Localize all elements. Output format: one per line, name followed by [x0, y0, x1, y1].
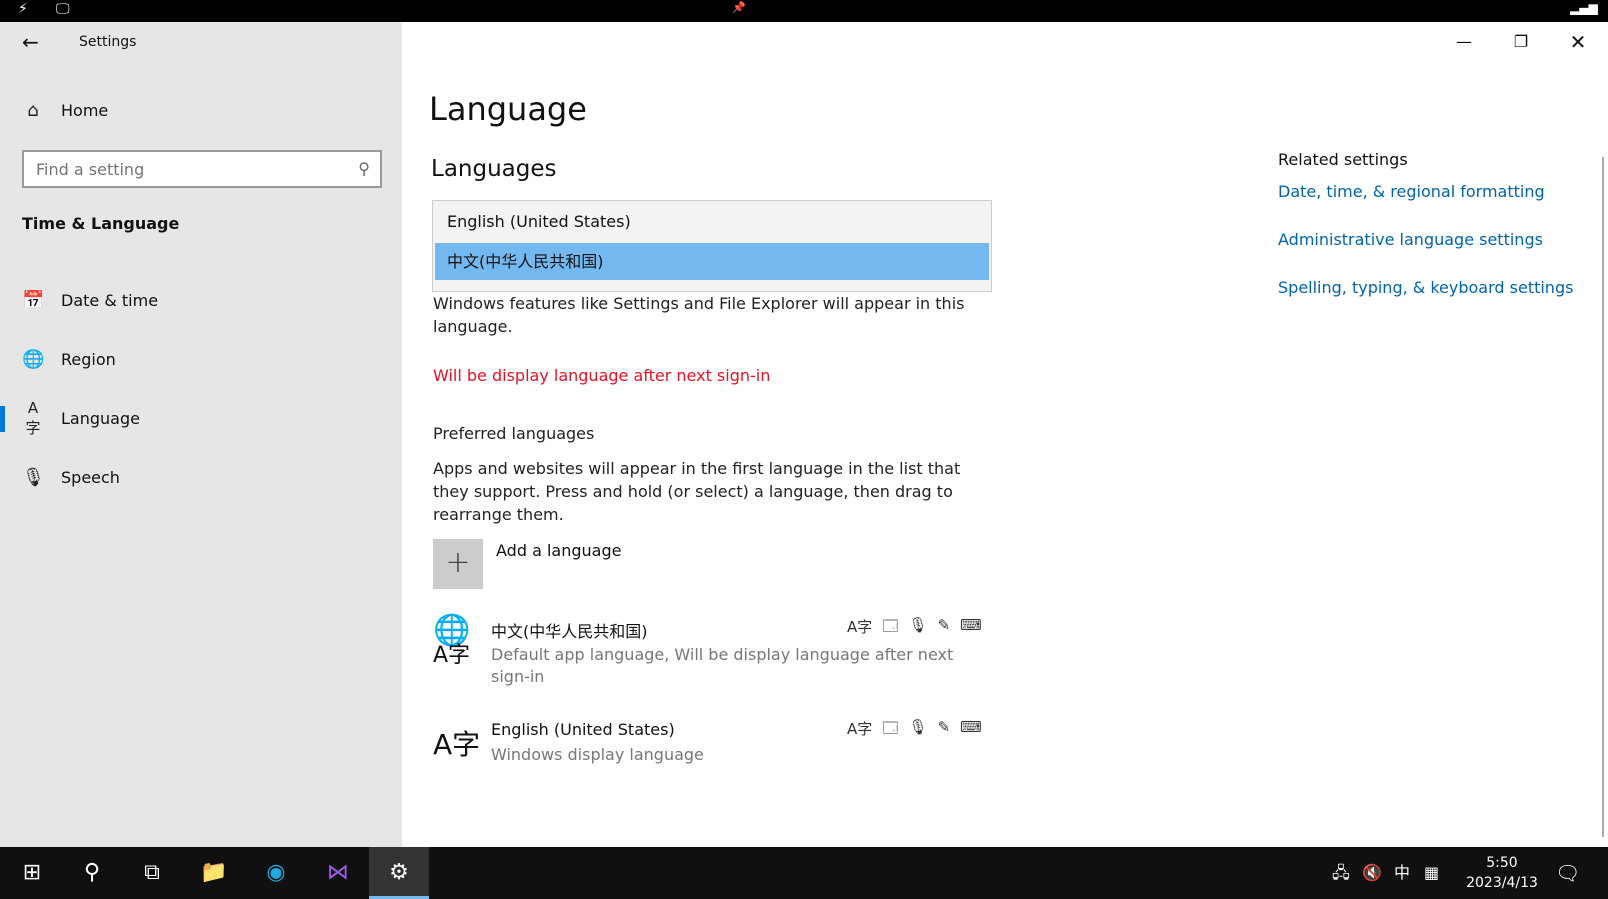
- preferred-languages-description: Apps and websites will appear in the fir…: [433, 459, 961, 524]
- settings-window: ← Settings ⌂ Home ⚲ Time & Language 📅 Da…: [0, 22, 1608, 847]
- restore-button[interactable]: ❐: [1498, 28, 1544, 56]
- language-features: A字 🗔 🎙 ✎ ⌨: [847, 718, 982, 743]
- keyboard-icon: ⌨: [960, 616, 982, 634]
- taskbar: ⊞ ⚲ ⧉ 📁 ◉ ⋈ ⚙ 🖧 🔇 中 ▦ 5:50 2023/4/13 🗨: [0, 847, 1608, 899]
- language-name: 中文(中华人民共和国): [491, 622, 648, 641]
- sidebar-item-label: Home: [61, 100, 109, 120]
- text-to-speech-icon: 🗔: [882, 719, 899, 737]
- administrative-language-link[interactable]: Administrative language settings: [1278, 230, 1543, 249]
- remote-top-bar: ⚡ 🖵 📌 ▂▄▆: [0, 0, 1608, 22]
- microphone-icon: 🎙: [22, 466, 45, 488]
- lightning-icon[interactable]: ⚡: [18, 1, 28, 17]
- edge-browser-icon[interactable]: ◉: [246, 847, 306, 899]
- handwriting-icon: ✎: [937, 718, 951, 736]
- home-icon: ⌂: [27, 99, 39, 121]
- search-icon[interactable]: ⚲: [358, 159, 370, 178]
- display-language-option-selected[interactable]: 中文(中华人民共和国): [435, 243, 989, 280]
- sidebar-item-speech[interactable]: 🎙 Speech: [0, 451, 402, 503]
- clock-date: 2023/4/13: [1466, 875, 1538, 891]
- scrollbar[interactable]: [1602, 157, 1604, 837]
- volume-muted-icon[interactable]: 🔇: [1362, 847, 1382, 899]
- minimize-button[interactable]: —: [1441, 28, 1487, 56]
- keyboard-icon: ⌨: [960, 718, 982, 736]
- back-arrow-icon[interactable]: ←: [22, 30, 39, 54]
- file-explorer-icon[interactable]: 📁: [184, 847, 244, 899]
- sidebar-item-label: Language: [61, 408, 140, 428]
- date-time-regional-link[interactable]: Date, time, & regional formatting: [1278, 182, 1545, 201]
- start-windows-icon[interactable]: ⊞: [2, 847, 62, 899]
- language-pack-icon: A字: [433, 728, 481, 761]
- globe-icon: 🌐: [22, 348, 45, 370]
- related-settings-heading: Related settings: [1278, 150, 1408, 169]
- close-button[interactable]: ✕: [1555, 28, 1601, 56]
- plus-icon: +: [445, 545, 471, 580]
- display-language-option[interactable]: English (United States): [435, 203, 989, 240]
- search-input[interactable]: [24, 152, 344, 186]
- sign-in-warning: Will be display language after next sign…: [433, 366, 771, 385]
- spelling-typing-keyboard-link[interactable]: Spelling, typing, & keyboard settings: [1278, 278, 1573, 297]
- search-box: ⚲: [22, 150, 382, 188]
- app-title: Settings: [79, 34, 137, 50]
- ime-mode-icon[interactable]: ▦: [1424, 847, 1439, 899]
- clock-time: 5:50: [1486, 855, 1518, 871]
- handwriting-icon: ✎: [937, 616, 951, 634]
- language-features: A字 🗔 🎙 ✎ ⌨: [847, 616, 982, 641]
- preferred-languages-heading: Preferred languages: [433, 424, 595, 443]
- sidebar-item-label: Region: [61, 349, 116, 369]
- pin-icon[interactable]: 📌: [732, 1, 746, 14]
- language-name: English (United States): [491, 720, 675, 739]
- action-center-icon[interactable]: 🗨: [1555, 847, 1580, 899]
- text-to-speech-icon: 🗔: [882, 617, 899, 635]
- task-view-icon[interactable]: ⧉: [122, 847, 182, 899]
- network-icon[interactable]: 🖧: [1332, 847, 1350, 899]
- language-status: Windows display language: [491, 745, 704, 764]
- display-language-list[interactable]: English (United States) 中文(中华人民共和国): [432, 200, 992, 292]
- language-pack-globe-icon: 🌐 A字: [433, 613, 471, 668]
- sidebar: ← Settings ⌂ Home ⚲ Time & Language 📅 Da…: [0, 22, 402, 847]
- visual-studio-icon[interactable]: ⋈: [308, 847, 368, 899]
- sidebar-item-label: Date & time: [61, 290, 159, 310]
- languages-heading: Languages: [431, 156, 557, 182]
- search-icon[interactable]: ⚲: [62, 847, 122, 899]
- language-icon: A字: [25, 398, 41, 437]
- signal-icon: ▂▄▆: [1570, 1, 1598, 15]
- section-title: Time & Language: [22, 214, 180, 233]
- taskbar-clock[interactable]: 5:50 2023/4/13: [1462, 853, 1542, 893]
- add-language-label[interactable]: Add a language: [496, 541, 621, 560]
- sidebar-item-language[interactable]: A字 Language: [0, 392, 402, 444]
- language-status: Default app language, Will be display la…: [491, 645, 954, 686]
- add-language-button[interactable]: +: [433, 539, 483, 589]
- sidebar-item-region[interactable]: 🌐 Region: [0, 333, 402, 385]
- display-language-icon: A字: [847, 618, 873, 636]
- calendar-clock-icon: 📅: [22, 289, 45, 311]
- speech-icon: 🎙: [908, 616, 928, 634]
- selection-indicator: [0, 406, 5, 432]
- ime-indicator[interactable]: 中: [1394, 847, 1410, 899]
- speech-icon: 🎙: [908, 718, 928, 736]
- sidebar-item-home[interactable]: ⌂ Home: [0, 84, 402, 136]
- settings-gear-icon[interactable]: ⚙: [369, 847, 429, 899]
- monitor-icon[interactable]: 🖵: [56, 1, 70, 17]
- display-language-description: Windows features like Settings and File …: [433, 294, 965, 336]
- sidebar-item-date-time[interactable]: 📅 Date & time: [0, 274, 402, 326]
- display-language-icon: A字: [847, 720, 873, 738]
- sidebar-item-label: Speech: [61, 467, 120, 487]
- page-title: Language: [429, 90, 587, 128]
